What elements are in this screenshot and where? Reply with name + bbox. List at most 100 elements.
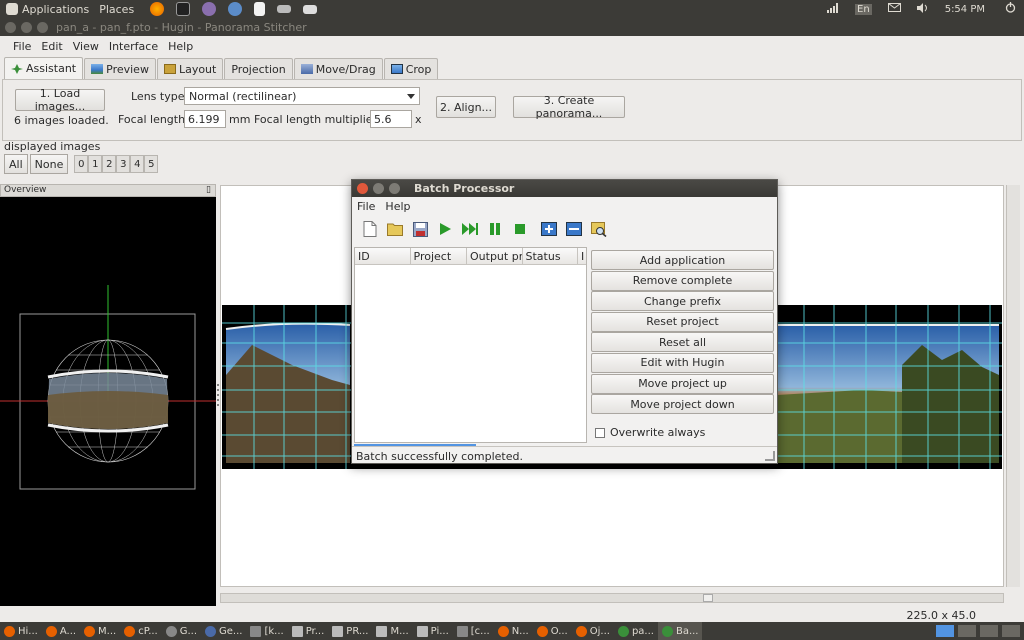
column-header-project[interactable]: Project (411, 248, 467, 264)
keyboard-indicator[interactable]: En (855, 3, 872, 15)
tab-assistant[interactable]: Assistant (4, 57, 84, 79)
workspace-4[interactable] (1002, 625, 1020, 637)
resize-grip[interactable] (765, 451, 775, 461)
skip-icon[interactable] (462, 221, 478, 237)
image-toggle-3[interactable]: 3 (116, 155, 131, 173)
tab-preview[interactable]: Preview (84, 58, 156, 79)
browser-icon[interactable] (228, 2, 243, 16)
stop-icon[interactable] (512, 221, 528, 237)
app-launcher-icon[interactable] (202, 2, 217, 16)
keyboard-launcher-icon[interactable] (303, 4, 318, 14)
search-icon[interactable] (591, 221, 607, 237)
move-project-down-button[interactable]: Move project down (591, 394, 774, 415)
create-panorama-button[interactable]: 3. Create panorama... (513, 94, 625, 120)
document-icon[interactable] (254, 2, 266, 16)
bp-menu-help[interactable]: Help (385, 200, 410, 213)
taskbar-item[interactable]: M... (372, 622, 412, 640)
places-menu[interactable]: Places (99, 3, 134, 16)
focal-multiplier-input[interactable]: 5.6 (370, 110, 412, 128)
remove-complete-button[interactable]: Remove complete (591, 270, 774, 291)
column-header-output-prefix[interactable]: Output pre (467, 248, 523, 264)
taskbar-item[interactable]: cP... (120, 622, 162, 640)
pin-icon[interactable]: ▯ (206, 185, 211, 195)
taskbar-item[interactable]: O... (533, 622, 572, 640)
overview-panel[interactable] (0, 197, 216, 606)
show-all-button[interactable]: All (4, 154, 28, 174)
maximize-window-button[interactable] (389, 183, 400, 194)
show-none-button[interactable]: None (29, 154, 69, 174)
menu-edit[interactable]: Edit (41, 40, 62, 53)
maximize-window-button[interactable] (37, 21, 48, 33)
taskbar-item[interactable]: M... (80, 622, 120, 640)
taskbar-item[interactable]: [k... (246, 622, 287, 640)
menu-file[interactable]: File (13, 40, 31, 53)
terminal-icon[interactable] (176, 2, 191, 16)
tab-move-drag[interactable]: Move/Drag (293, 58, 383, 79)
edit-with-hugin-button[interactable]: Edit with Hugin (591, 352, 774, 373)
batch-project-list[interactable]: ID Project Output pre Status I (354, 247, 587, 443)
horizontal-scrollbar[interactable] (220, 593, 1004, 603)
column-header-id[interactable]: ID (355, 248, 411, 264)
lens-type-select[interactable]: Normal (rectilinear) (184, 87, 420, 105)
workspace-1[interactable] (936, 625, 954, 637)
overview-sphere[interactable] (0, 197, 216, 606)
remove-project-icon[interactable] (566, 221, 582, 237)
scrollbar-thumb[interactable] (703, 594, 713, 602)
save-icon[interactable] (412, 221, 428, 237)
taskbar-item[interactable]: pa... (614, 622, 658, 640)
add-project-icon[interactable] (541, 221, 557, 237)
signal-icon[interactable] (827, 2, 839, 16)
power-icon[interactable] (1005, 2, 1016, 16)
tab-layout[interactable]: Layout (156, 58, 224, 79)
overwrite-always-checkbox[interactable] (595, 427, 605, 438)
column-header-extra[interactable]: I (578, 248, 586, 264)
taskbar-item[interactable]: Hi... (0, 622, 42, 640)
mail-icon[interactable] (887, 3, 901, 15)
firefox-icon[interactable] (150, 2, 165, 16)
taskbar-item[interactable]: Oj... (572, 622, 614, 640)
taskbar-item[interactable]: G... (162, 622, 201, 640)
batch-processor-title-bar[interactable]: Batch Processor (352, 180, 777, 197)
taskbar-item[interactable]: Pi... (413, 622, 453, 640)
close-window-button[interactable] (357, 183, 368, 194)
window-title-bar[interactable]: pan_a - pan_f.pto - Hugin - Panorama Sti… (0, 18, 1024, 36)
pause-icon[interactable] (487, 221, 503, 237)
taskbar-item[interactable]: PR... (328, 622, 372, 640)
tab-crop[interactable]: Crop (383, 58, 439, 79)
play-icon[interactable] (437, 221, 453, 237)
vertical-scrollbar[interactable] (1006, 185, 1020, 587)
image-toggle-0[interactable]: 0 (74, 155, 89, 173)
taskbar-item[interactable]: N... (494, 622, 533, 640)
image-toggle-1[interactable]: 1 (88, 155, 103, 173)
menu-interface[interactable]: Interface (109, 40, 158, 53)
column-header-status[interactable]: Status (523, 248, 578, 264)
open-folder-icon[interactable] (387, 221, 403, 237)
taskbar-item[interactable]: Ge... (201, 622, 246, 640)
workspace-2[interactable] (958, 625, 976, 637)
close-window-button[interactable] (5, 21, 16, 33)
load-images-button[interactable]: 1. Load images... (15, 87, 105, 113)
overwrite-always-option[interactable]: Overwrite always (595, 426, 705, 439)
image-toggle-2[interactable]: 2 (102, 155, 117, 173)
taskbar-item[interactable]: A... (42, 622, 80, 640)
add-application-button[interactable]: Add application (591, 250, 774, 270)
new-file-icon[interactable] (362, 221, 378, 237)
taskbar-item[interactable]: Ba... (657, 622, 703, 640)
applications-menu[interactable]: Applications (0, 3, 89, 16)
reset-all-button[interactable]: Reset all (591, 332, 774, 353)
change-prefix-button[interactable]: Change prefix (591, 291, 774, 312)
volume-icon[interactable] (916, 2, 929, 16)
move-project-up-button[interactable]: Move project up (591, 373, 774, 394)
menu-view[interactable]: View (73, 40, 99, 53)
image-toggle-5[interactable]: 5 (144, 155, 159, 173)
bp-menu-file[interactable]: File (357, 200, 375, 213)
clock[interactable]: 5:54 PM (945, 4, 985, 15)
reset-project-button[interactable]: Reset project (591, 311, 774, 332)
menu-help[interactable]: Help (168, 40, 193, 53)
image-toggle-4[interactable]: 4 (130, 155, 145, 173)
minimize-window-button[interactable] (21, 21, 32, 33)
taskbar-item[interactable]: [c... (453, 622, 494, 640)
workspace-3[interactable] (980, 625, 998, 637)
taskbar-item[interactable]: Pr... (288, 622, 329, 640)
align-button[interactable]: 2. Align... (436, 96, 496, 118)
